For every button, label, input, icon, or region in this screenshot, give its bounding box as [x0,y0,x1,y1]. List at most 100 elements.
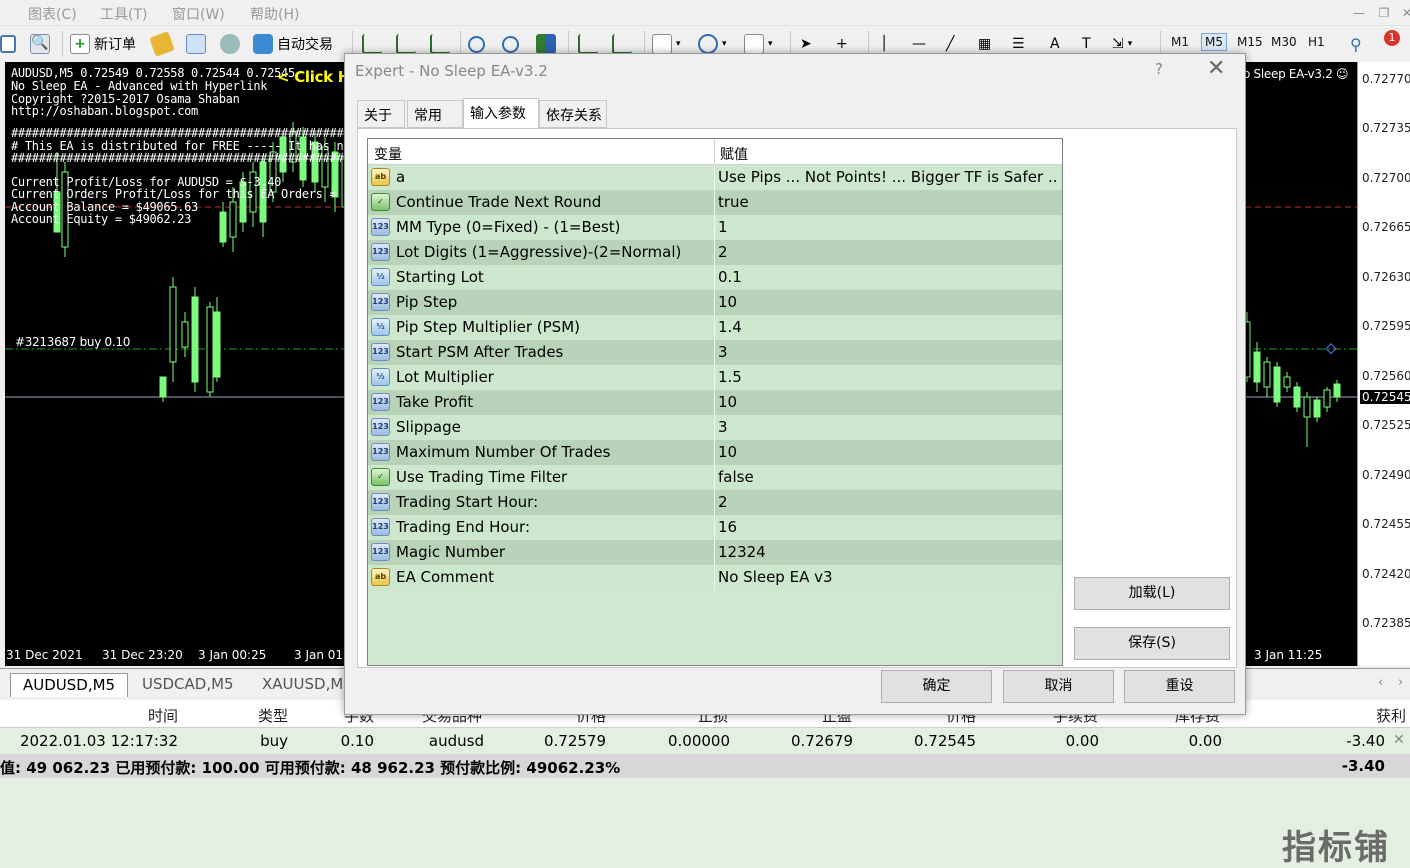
timeframe-m15[interactable]: M15 [1237,35,1263,49]
table-row[interactable]: 2022.01.03 12:17:32 buy 0.10 audusd 0.72… [0,729,1410,753]
param-value[interactable]: 2 [718,493,1058,511]
integer-type-icon: 123 [371,443,390,461]
menu-window[interactable]: 窗口(W) [172,4,225,24]
param-name: Trading End Hour: [396,518,530,536]
param-value[interactable]: 0.1 [718,268,1058,286]
minimize-icon[interactable]: — [1348,3,1370,23]
param-value[interactable]: 1.5 [718,368,1058,386]
window-icon[interactable] [0,32,16,56]
param-value[interactable]: 3 [718,343,1058,361]
param-value[interactable]: 2 [718,243,1058,261]
param-row[interactable]: ✓ Continue Trade Next Round true [368,190,1062,215]
param-value[interactable]: 1.4 [718,318,1058,336]
price-axis: 0.72770 0.72735 0.72700 0.72665 0.72630 … [1357,62,1410,666]
param-row[interactable]: 123 Take Profit 10 [368,390,1062,415]
close-order-icon[interactable]: ✕ [1393,732,1405,748]
timeframe-m5[interactable]: M5 [1201,33,1227,51]
click-here-text[interactable]: < Click H [277,68,350,86]
integer-type-icon: 123 [371,243,390,261]
col-profit[interactable]: 获利 [1300,705,1406,726]
navigator-icon[interactable] [186,32,206,56]
dialog-close-icon[interactable]: ✕ [1207,56,1225,81]
col-time[interactable]: 时间 [100,705,178,726]
param-value[interactable]: Use Pips ... Not Points! ... Bigger TF i… [718,168,1058,186]
zoom-doc-icon[interactable]: 🔍 [30,32,50,56]
param-row[interactable]: 123 Pip Step 10 [368,290,1062,315]
x-label: 31 Dec 2021 [6,648,83,662]
reset-button[interactable]: 重设 [1124,670,1235,703]
param-row[interactable]: 123 Slippage 3 [368,415,1062,440]
param-row[interactable]: 123 Maximum Number Of Trades 10 [368,440,1062,465]
param-row[interactable]: 123 Lot Digits (1=Aggressive)-(2=Normal) 2 [368,240,1062,265]
params-grid[interactable]: 变量 赋值 ab a Use Pips ... Not Points! ... Bi… [367,138,1063,666]
string-type-icon: ab [371,568,390,586]
param-value[interactable]: 12324 [718,543,1058,561]
close-icon[interactable]: ✕ [1396,3,1410,23]
param-row[interactable]: ½ Lot Multiplier 1.5 [368,365,1062,390]
param-value[interactable]: 1 [718,218,1058,236]
param-value[interactable]: 10 [718,293,1058,311]
param-row[interactable]: 123 Magic Number 12324 [368,540,1062,565]
y-label: 0.72385 [1362,616,1410,630]
param-value[interactable]: 3 [718,418,1058,436]
help-icon[interactable]: ? [1155,60,1163,78]
smiley-icon: ☺ [1336,67,1349,81]
param-row[interactable]: ab a Use Pips ... Not Points! ... Bigger T… [368,165,1062,190]
param-name: Starting Lot [396,268,484,286]
chart-info-line: AUDUSD,M5 0.72549 0.72558 0.72544 0.7254… [11,66,295,80]
y-label: 0.72770 [1362,72,1410,86]
expert-dialog: Expert - No Sleep EA-v3.2 ? ✕ 关于 常用 输入参数… [344,53,1246,715]
param-row[interactable]: 123 Trading Start Hour: 2 [368,490,1062,515]
new-order-button[interactable]: + 新订单 [70,32,136,56]
param-value[interactable]: No Sleep EA v3 [718,568,1058,586]
timeframe-h1[interactable]: H1 [1308,35,1325,49]
param-value[interactable]: 10 [718,443,1058,461]
tab-inputs[interactable]: 输入参数 [463,98,539,129]
cancel-button[interactable]: 取消 [1003,670,1114,703]
tab-xauusd[interactable]: XAUUSD,M [250,673,355,697]
param-row[interactable]: ½ Pip Step Multiplier (PSM) 1.4 [368,315,1062,340]
timeframe-m30[interactable]: M30 [1271,35,1297,49]
param-name: Trading Start Hour: [396,493,539,511]
auto-trading-button[interactable]: 自动交易 [253,32,333,56]
tab-audusd[interactable]: AUDUSD,M5 [10,673,129,697]
param-value[interactable]: 16 [718,518,1058,536]
integer-type-icon: 123 [371,518,390,536]
tab-common[interactable]: 常用 [407,100,463,128]
candle-body [1283,376,1291,388]
param-name: Take Profit [396,393,474,411]
load-button[interactable]: 加载(L) [1074,577,1230,610]
tab-dependencies[interactable]: 依存关系 [539,100,607,128]
y-label: 0.72525 [1362,418,1410,432]
metaeditor-icon[interactable] [149,31,175,57]
param-row[interactable]: ½ Starting Lot 0.1 [368,265,1062,290]
param-value[interactable]: true [718,193,1058,211]
tab-scroll-right-icon[interactable]: › [1398,675,1403,690]
menu-help[interactable]: 帮助(H) [250,4,299,24]
tab-about[interactable]: 关于 [357,100,405,128]
menu-tools[interactable]: 工具(T) [100,4,147,24]
ok-button[interactable]: 确定 [881,670,992,703]
search-icon[interactable]: ⚲ [1350,32,1362,56]
param-name: Pip Step [396,293,458,311]
param-value[interactable]: false [718,468,1058,486]
param-row[interactable]: ab EA Comment No Sleep EA v3 [368,565,1062,590]
candle-body [1293,386,1301,408]
param-value[interactable]: 10 [718,393,1058,411]
save-button[interactable]: 保存(S) [1074,627,1230,660]
param-row[interactable]: 123 Start PSM After Trades 3 [368,340,1062,365]
notification-icon[interactable]: 1 [1384,30,1400,56]
param-row[interactable]: 123 Trading End Hour: 16 [368,515,1062,540]
param-row[interactable]: 123 MM Type (0=Fixed) - (1=Best) 1 [368,215,1062,240]
restore-icon[interactable]: ❐ [1373,3,1395,23]
timeframe-m1[interactable]: M1 [1171,35,1189,49]
double-type-icon: ½ [371,318,390,336]
menu-chart[interactable]: 图表(C) [28,4,77,24]
col-type[interactable]: 类型 [210,705,288,726]
tab-usdcad[interactable]: USDCAD,M5 [130,673,246,697]
param-name: Lot Multiplier [396,368,494,386]
tester-icon[interactable] [220,32,240,56]
param-row[interactable]: ✓ Use Trading Time Filter false [368,465,1062,490]
tab-scroll-left-icon[interactable]: ‹ [1378,675,1383,690]
cell-commission: 0.00 [1065,732,1099,750]
